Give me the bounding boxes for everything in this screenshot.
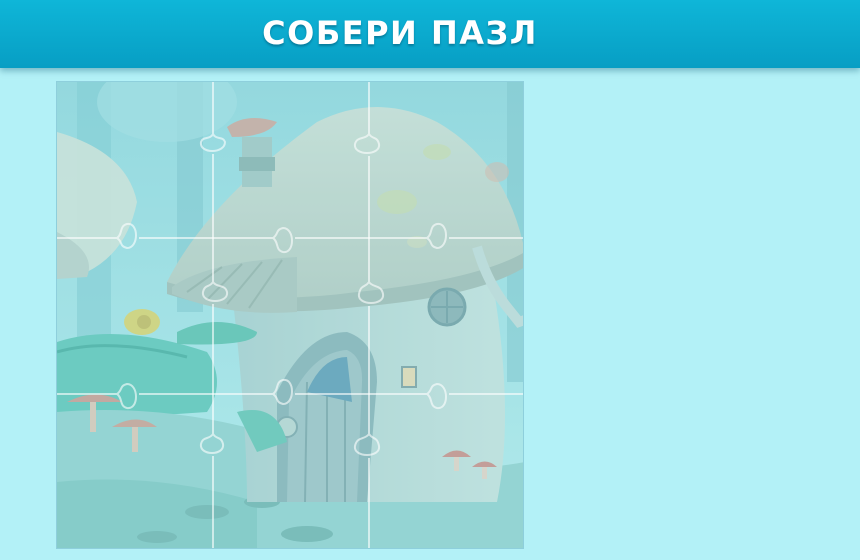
header-bar: СОБЕРИ ПАЗЛ [0, 0, 860, 68]
page-title: СОБЕРИ ПАЗЛ [262, 14, 538, 52]
puzzle-board[interactable] [56, 81, 524, 549]
puzzle-background-image [57, 82, 523, 548]
pieces-tray[interactable] [540, 81, 850, 549]
